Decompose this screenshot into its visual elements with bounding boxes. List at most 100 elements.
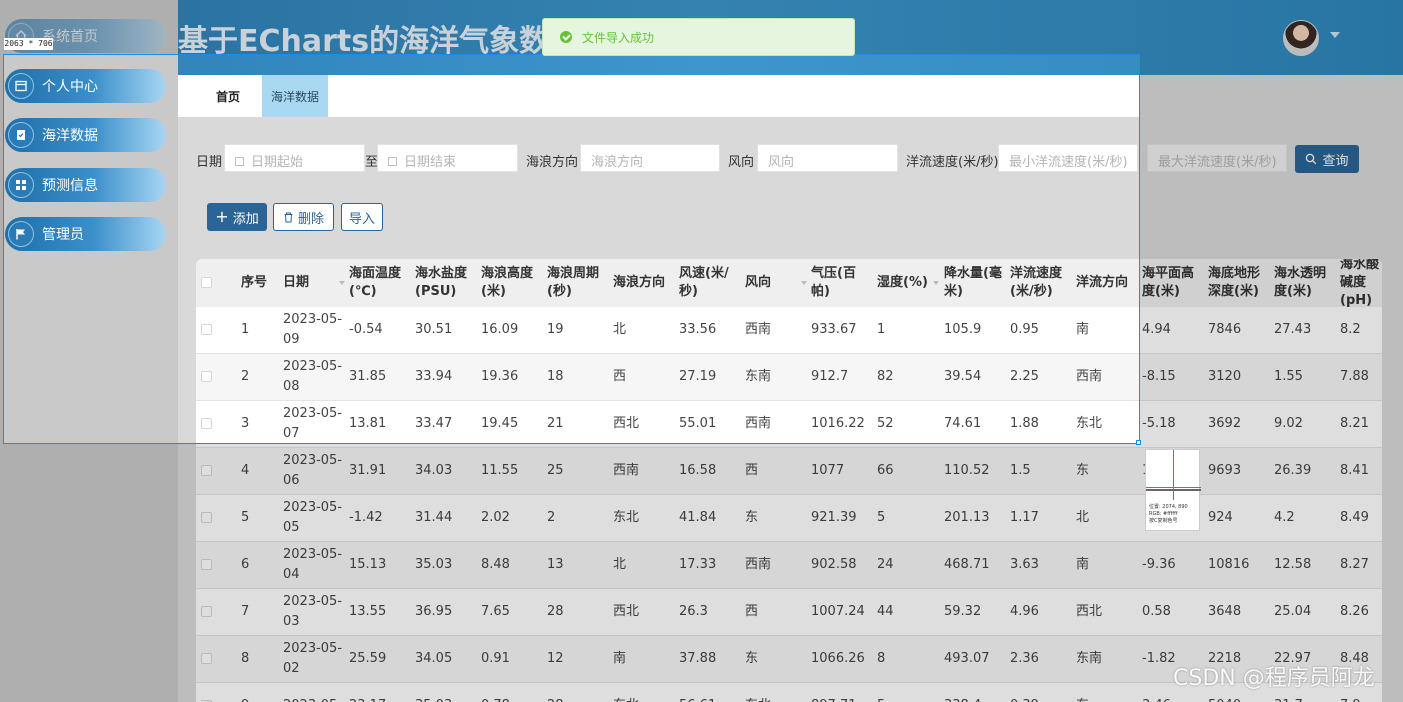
table-cell: 8.27 <box>1340 557 1369 572</box>
table-cell: 56.61 <box>679 683 741 702</box>
plus-icon: + <box>215 207 229 226</box>
table-cell: 1 <box>241 322 250 337</box>
table-cell: 897.71 <box>811 683 873 702</box>
table-cell: 10816 <box>1208 557 1250 572</box>
table-cell: 2 <box>241 369 250 384</box>
table-cell: 36.95 <box>415 604 453 619</box>
table-cell: 2.25 <box>1010 369 1039 384</box>
row-checkbox[interactable] <box>201 418 212 429</box>
column-header: 海水酸碱度(pH) <box>1340 259 1380 307</box>
row-checkbox[interactable] <box>201 371 212 382</box>
date-end-input[interactable]: 日期结束 <box>377 144 518 172</box>
tab-home[interactable]: 首页 <box>208 75 248 117</box>
table-cell: 0.78 <box>481 683 543 702</box>
table-cell: 2023-05- <box>283 683 345 702</box>
date-start-input[interactable]: 日期起始 <box>224 144 365 172</box>
sidebar-item-label: 管理员 <box>42 227 84 243</box>
table-cell: 8.2 <box>1340 322 1361 337</box>
sidebar-item-forecast[interactable]: 预测信息 <box>5 168 166 202</box>
table-cell: 8.48 <box>481 557 510 572</box>
table-cell: 31.44 <box>415 510 453 525</box>
column-header[interactable]: 湿度(%) <box>877 259 939 307</box>
table-cell: 南 <box>1076 557 1090 572</box>
sidebar-item-ocean-data[interactable]: 海洋数据 <box>5 118 166 152</box>
table-cell: 16.09 <box>481 322 519 337</box>
delete-button[interactable]: 删除 <box>273 203 334 231</box>
table-cell: 5 <box>241 510 250 525</box>
tab-ocean-data[interactable]: 海洋数据 <box>262 75 328 117</box>
table-cell: 2023-05-03 <box>283 594 343 629</box>
table-cell: 东北 <box>613 683 675 702</box>
table-cell: 北 <box>613 322 627 337</box>
table-cell: 9.02 <box>1274 416 1303 431</box>
color-picker-magnifier: 位置: 2074, 890 RGB: #ffffff 按C复制色号 <box>1145 449 1201 531</box>
table-row[interactable]: 2 2023-05-08 31.85 33.94 19.36 18 西 27.19 东南 912.… <box>196 354 1382 401</box>
table-cell: 59.32 <box>944 604 982 619</box>
table-cell: 13 <box>547 557 564 572</box>
sort-caret-icon[interactable] <box>801 281 807 285</box>
table-cell: 493.07 <box>944 651 990 666</box>
table-cell: 0.95 <box>1010 322 1039 337</box>
sidebar-item-admin[interactable]: 管理员 <box>5 217 166 251</box>
row-checkbox[interactable] <box>201 559 212 570</box>
sort-caret-icon[interactable] <box>339 281 345 285</box>
select-all-checkbox[interactable] <box>201 277 212 288</box>
table-cell: 3692 <box>1208 416 1242 431</box>
table-cell: 110.52 <box>944 463 990 478</box>
table-cell: 17.33 <box>679 557 717 572</box>
user-avatar[interactable] <box>1283 20 1319 56</box>
table-cell: 0.58 <box>1142 604 1171 619</box>
table-row[interactable]: 3 2023-05-07 13.81 33.47 19.45 21 西北 55.01 西南 101… <box>196 401 1382 448</box>
table-row[interactable]: 5 2023-05-05 -1.42 31.44 2.02 2 东北 41.84 东 921.39… <box>196 495 1382 542</box>
row-checkbox[interactable] <box>201 512 212 523</box>
table-row[interactable]: 4 2023-05-06 31.91 34.03 11.55 25 西南 16.58 西 1077… <box>196 448 1382 495</box>
table-cell: 34.05 <box>415 651 453 666</box>
column-header[interactable]: 风向 <box>745 259 807 307</box>
current-speed-label: 洋流速度(米/秒) <box>906 155 999 170</box>
table-cell: 19.36 <box>481 369 519 384</box>
table-row[interactable]: 6 2023-05-04 15.13 35.03 8.48 13 北 17.33 西南 902.5… <box>196 542 1382 589</box>
table-cell: 2 <box>547 510 556 525</box>
table-row[interactable]: 7 2023-05-03 13.55 36.95 7.65 28 西北 26.3 西 1007.2… <box>196 589 1382 636</box>
table-cell: 924 <box>1208 510 1233 525</box>
sidebar-item-profile[interactable]: 个人中心 <box>5 69 166 103</box>
table-cell: -8.15 <box>1142 369 1176 384</box>
wind-direction-input[interactable]: 风向 <box>757 144 898 172</box>
table-row[interactable]: 1 2023-05-09 -0.54 30.51 16.09 19 北 33.56 西南 933.… <box>196 307 1382 354</box>
flag-icon <box>8 221 34 247</box>
column-header: 海浪周期(秒) <box>547 266 600 299</box>
current-speed-max-input[interactable]: 最大洋流速度(米/秒) <box>1147 144 1287 172</box>
import-button[interactable]: 导入 <box>341 203 383 231</box>
column-header[interactable]: 日期 <box>283 259 345 307</box>
window-icon <box>8 73 34 99</box>
table-cell: 6 <box>241 557 250 572</box>
row-checkbox[interactable] <box>201 653 212 664</box>
chevron-down-icon[interactable] <box>1330 32 1340 38</box>
table-cell: 西 <box>745 463 759 478</box>
table-cell: 902.58 <box>811 557 857 572</box>
current-speed-min-input[interactable]: 最小洋流速度(米/秒) <box>998 144 1138 172</box>
selection-size-label: 2063 * 706 <box>4 38 53 50</box>
table-cell: 468.71 <box>944 557 990 572</box>
row-checkbox[interactable] <box>201 465 212 476</box>
row-checkbox[interactable] <box>201 324 212 335</box>
grid-icon <box>8 172 34 198</box>
table-cell: 1.55 <box>1274 369 1303 384</box>
wave-direction-input[interactable]: 海浪方向 <box>580 144 720 172</box>
table-cell: 南 <box>613 651 627 666</box>
trash-icon <box>284 212 293 222</box>
row-checkbox[interactable] <box>201 606 212 617</box>
table-cell: 26.39 <box>1274 463 1312 478</box>
table-cell: 33.56 <box>679 322 717 337</box>
table-cell: 8.41 <box>1340 463 1369 478</box>
table-cell: 201.13 <box>944 510 990 525</box>
table-cell: 东南 <box>1076 651 1103 666</box>
search-icon <box>1306 153 1317 165</box>
table-cell: 7.65 <box>481 604 510 619</box>
query-button[interactable]: 查询 <box>1295 145 1359 173</box>
selection-resize-handle[interactable] <box>1136 440 1141 445</box>
table-cell: 338.4 <box>944 683 1006 702</box>
sort-caret-icon[interactable] <box>933 281 939 285</box>
add-button[interactable]: + 添加 <box>207 203 267 231</box>
check-circle-icon <box>560 31 572 43</box>
